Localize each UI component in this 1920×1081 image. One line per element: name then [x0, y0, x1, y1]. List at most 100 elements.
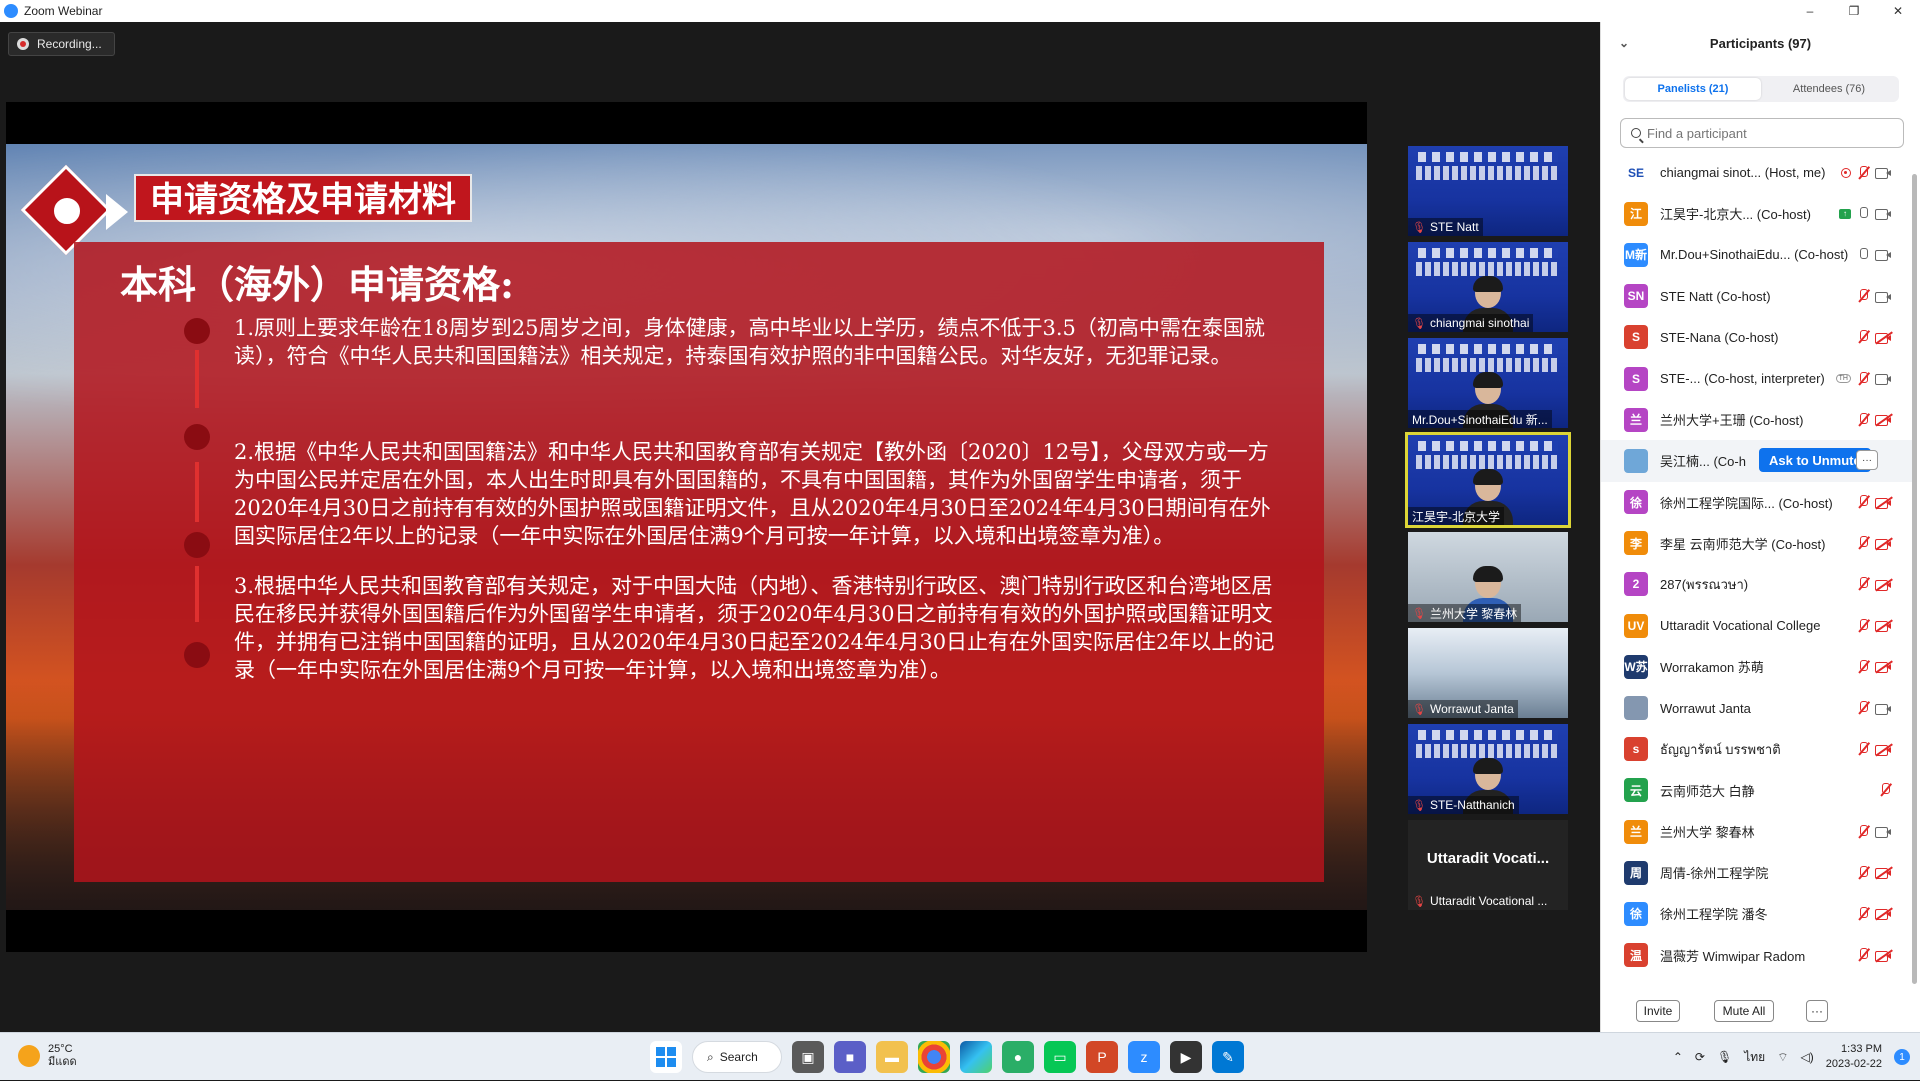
task-view-icon[interactable]: ▣: [792, 1041, 824, 1073]
mic-off-icon[interactable]: [1857, 577, 1869, 591]
participant-row[interactable]: Worrawut Janta: [1601, 687, 1913, 728]
tab-attendees[interactable]: Attendees (76): [1761, 78, 1897, 100]
mic-off-icon[interactable]: [1857, 948, 1869, 962]
video-tile-active-speaker[interactable]: 江昊宇-北京大学: [1405, 432, 1571, 528]
camera-on-icon[interactable]: [1875, 167, 1891, 180]
camera-on-icon[interactable]: [1875, 703, 1891, 715]
weather-widget[interactable]: 25°C มีแดด: [18, 1043, 77, 1069]
participant-row[interactable]: UV Uttaradit Vocational College: [1601, 605, 1913, 646]
participant-row[interactable]: 云云南师范大 白静: [1601, 770, 1913, 811]
sync-icon[interactable]: ⟳: [1695, 1050, 1705, 1064]
powerpoint-icon[interactable]: P: [1086, 1041, 1118, 1073]
tab-panelists[interactable]: Panelists (21): [1625, 78, 1761, 100]
ask-to-unmute-button[interactable]: Ask to Unmute: [1759, 448, 1871, 473]
participant-row[interactable]: 兰兰州大学 黎春林: [1601, 811, 1913, 852]
camera-off-icon[interactable]: [1875, 537, 1893, 550]
mic-off-icon[interactable]: [1857, 865, 1869, 880]
participant-row[interactable]: 2 287(พรรณวษา): [1601, 564, 1913, 605]
camera-off-icon[interactable]: [1875, 495, 1893, 509]
edge-icon[interactable]: [960, 1041, 992, 1073]
minimize-button[interactable]: –: [1788, 0, 1832, 22]
participant-row[interactable]: 徐徐州工程学院 潘冬: [1601, 893, 1913, 934]
zoom-icon[interactable]: z: [1128, 1041, 1160, 1073]
mic-off-icon[interactable]: [1857, 536, 1869, 550]
participant-row[interactable]: S STE-Nana (Co-host): [1601, 317, 1913, 358]
mic-off-icon[interactable]: [1857, 165, 1869, 180]
mic-off-icon[interactable]: [1857, 701, 1869, 715]
mic-off-icon[interactable]: [1857, 371, 1869, 386]
participant-list-scrollbar[interactable]: [1912, 174, 1917, 984]
participant-row[interactable]: 兰兰州大学+王珊 (Co-host): [1601, 399, 1913, 440]
participant-row[interactable]: 周周倩-徐州工程学院: [1601, 852, 1913, 893]
camera-on-icon[interactable]: [1875, 373, 1891, 386]
line-icon[interactable]: ▭: [1044, 1041, 1076, 1073]
recording-indicator[interactable]: Recording...: [8, 32, 115, 56]
camera-off-icon[interactable]: [1875, 907, 1893, 921]
mic-off-icon[interactable]: [1857, 906, 1869, 921]
media-player-icon[interactable]: ▶: [1170, 1041, 1202, 1073]
restore-button[interactable]: ❐: [1832, 0, 1876, 22]
participant-more-button[interactable]: ···: [1856, 450, 1878, 471]
search-input[interactable]: [1647, 125, 1887, 141]
participant-row[interactable]: 温温薇芳 Wimwipar Radom: [1601, 935, 1913, 976]
mic-off-icon[interactable]: [1879, 783, 1891, 797]
participant-row[interactable]: M新 Mr.Dou+SinothaiEdu... (Co-host): [1601, 234, 1913, 275]
video-tile[interactable]: 🎙 兰州大学 黎春林: [1408, 532, 1568, 622]
participant-row[interactable]: 李李星 云南师范大学 (Co-host): [1601, 523, 1913, 564]
video-tile[interactable]: Uttaradit Vocati... 🎙 Uttaradit Vocationa…: [1408, 820, 1568, 910]
microphone-icon[interactable]: 🎙: [1717, 1050, 1732, 1064]
mute-all-button[interactable]: Mute All: [1714, 1000, 1774, 1022]
mic-off-icon[interactable]: [1857, 330, 1869, 344]
camera-on-icon[interactable]: [1875, 826, 1891, 839]
participant-row[interactable]: 徐徐州工程学院国际... (Co-host): [1601, 482, 1913, 523]
notification-badge[interactable]: 1: [1894, 1049, 1910, 1065]
participant-row[interactable]: S STE-... (Co-host, interpreter) TH: [1601, 358, 1913, 399]
mic-off-icon[interactable]: [1857, 742, 1869, 756]
pen-app-icon[interactable]: ✎: [1212, 1041, 1244, 1073]
camera-off-icon[interactable]: [1875, 743, 1893, 756]
mic-off-icon[interactable]: [1857, 495, 1869, 509]
invite-button[interactable]: Invite: [1636, 1000, 1680, 1022]
participant-row[interactable]: SN STE Natt (Co-host): [1601, 276, 1913, 317]
mic-off-icon[interactable]: [1857, 289, 1869, 303]
participant-search[interactable]: [1620, 118, 1904, 148]
chevron-down-icon[interactable]: ⌄: [1619, 36, 1629, 50]
camera-off-icon[interactable]: [1875, 949, 1893, 962]
language-indicator[interactable]: ไทย: [1744, 1048, 1765, 1067]
wechat-icon[interactable]: ●: [1002, 1041, 1034, 1073]
mic-on-icon[interactable]: [1857, 206, 1869, 221]
participant-row[interactable]: SE chiangmai sinot... (Host, me): [1601, 152, 1913, 193]
wifi-icon[interactable]: ⌔: [1777, 1050, 1788, 1065]
windows-start-icon[interactable]: [650, 1041, 682, 1073]
mic-on-icon[interactable]: [1857, 247, 1869, 262]
chrome-icon[interactable]: [918, 1041, 950, 1073]
mic-off-icon[interactable]: [1857, 412, 1869, 427]
taskbar-clock[interactable]: 1:33 PM 2023-02-22: [1826, 1042, 1882, 1072]
participant-row[interactable]: W苏 Worrakamon 苏萌: [1601, 646, 1913, 687]
camera-on-icon[interactable]: [1875, 291, 1891, 303]
participant-row[interactable]: 江江昊宇-北京大... (Co-host) ↑: [1601, 193, 1913, 234]
video-tile[interactable]: 🎙 STE-Natthanich: [1408, 724, 1568, 814]
video-tile[interactable]: 🎙 Worrawut Janta: [1408, 628, 1568, 718]
close-button[interactable]: ✕: [1876, 0, 1920, 22]
video-tile[interactable]: 🎙 chiangmai sinothai: [1408, 242, 1568, 332]
taskbar-search[interactable]: ⌕ Search: [692, 1041, 782, 1073]
participant-row[interactable]: 吴江楠... (Co-h Ask to Unmute ···: [1601, 440, 1913, 482]
video-tile[interactable]: 🎙 STE Natt: [1408, 146, 1568, 236]
speaker-icon[interactable]: ◁): [1800, 1050, 1813, 1064]
chevron-up-icon[interactable]: ⌃: [1673, 1050, 1683, 1064]
camera-off-icon[interactable]: [1875, 413, 1893, 427]
camera-off-icon[interactable]: [1875, 866, 1893, 880]
file-explorer-icon[interactable]: ▬: [876, 1041, 908, 1073]
camera-off-icon[interactable]: [1875, 331, 1893, 344]
camera-off-icon[interactable]: [1875, 578, 1893, 592]
participant-row[interactable]: s ธัญญารัตน์ บรรพชาติ: [1601, 729, 1913, 770]
camera-on-icon[interactable]: [1875, 208, 1891, 221]
mic-off-icon[interactable]: [1857, 659, 1869, 674]
teams-chat-icon[interactable]: ■: [834, 1041, 866, 1073]
video-tile[interactable]: Mr.Dou+SinothaiEdu 新...: [1408, 338, 1568, 428]
camera-off-icon[interactable]: [1875, 619, 1893, 633]
camera-off-icon[interactable]: [1875, 660, 1893, 674]
camera-on-icon[interactable]: [1875, 249, 1891, 262]
more-options-button[interactable]: ···: [1806, 1000, 1828, 1022]
